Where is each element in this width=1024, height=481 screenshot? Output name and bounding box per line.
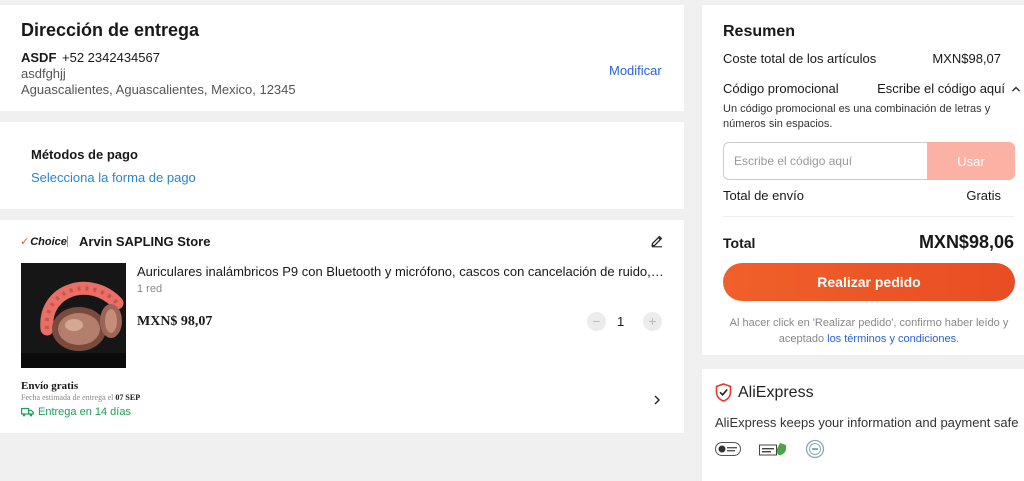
shield-icon bbox=[715, 383, 732, 402]
summary-divider bbox=[723, 216, 1014, 217]
store-name[interactable]: Arvin SAPLING Store bbox=[79, 234, 210, 249]
promo-code-input[interactable] bbox=[723, 142, 927, 180]
payment-methods-card: Métodos de pago Selecciona la forma de p… bbox=[0, 122, 684, 209]
verified-badge-icon bbox=[759, 443, 786, 456]
address-line: asdfghjj bbox=[21, 66, 66, 81]
order-card: ✓ Choice Arvin SAPLING Store Auriculares… bbox=[0, 220, 684, 433]
trust-card: AliExpress AliExpress keeps your informa… bbox=[702, 369, 1024, 481]
order-summary-card: Resumen Coste total de los artículos MXN… bbox=[702, 5, 1024, 355]
delivery-estimate: Fecha estimada de entrega el 07 SEP bbox=[21, 393, 140, 402]
choice-badge-label: Choice bbox=[30, 235, 67, 248]
terms-link[interactable]: los términos y condiciones bbox=[827, 333, 956, 345]
promo-code-label: Código promocional bbox=[723, 81, 839, 96]
address-title: Dirección de entrega bbox=[21, 20, 200, 40]
items-cost-label: Coste total de los artículos bbox=[723, 51, 877, 66]
modify-address-link[interactable]: Modificar bbox=[609, 63, 662, 78]
shipping-total-label: Total de envío bbox=[723, 188, 804, 203]
delivery-time-label: Entrega en 14 días bbox=[38, 406, 131, 418]
address-city-line: Aguascalientes, Aguascalientes, Mexico, … bbox=[21, 82, 296, 97]
headphones-image bbox=[21, 263, 126, 368]
payment-title: Métodos de pago bbox=[31, 147, 138, 162]
product-variant: 1 red bbox=[137, 283, 163, 295]
legal-notice: Al hacer click en 'Realizar pedido', con… bbox=[723, 315, 1015, 347]
address-phone: +52 2342434567 bbox=[62, 50, 160, 65]
choice-badge: ✓ Choice bbox=[20, 235, 67, 249]
promo-code-row[interactable]: Código promocional Escribe el código aqu… bbox=[723, 81, 1021, 96]
free-shipping-label: Envío gratis bbox=[21, 380, 79, 392]
security-badges bbox=[715, 439, 825, 459]
check-icon: ✓ bbox=[20, 236, 30, 248]
legal-end: . bbox=[956, 333, 960, 345]
aliexpress-logo: AliExpress bbox=[715, 383, 814, 402]
delivery-address-card: Dirección de entrega ASDF +52 2342434567… bbox=[0, 5, 684, 111]
edit-icon[interactable] bbox=[650, 234, 664, 248]
delivery-time: Entrega en 14 días bbox=[21, 406, 131, 418]
quantity-value: 1 bbox=[617, 314, 625, 329]
delivery-estimate-prefix: Fecha estimada de entrega el bbox=[21, 393, 114, 402]
quantity-decrease-button[interactable]: − bbox=[587, 312, 606, 331]
chevron-up-icon bbox=[1012, 86, 1020, 91]
promo-code-action: Escribe el código aquí bbox=[877, 81, 1005, 96]
shipping-total-value: Gratis bbox=[966, 188, 1001, 203]
quantity-increase-button[interactable]: + bbox=[643, 312, 662, 331]
product-price: MXN$ 98,07 bbox=[137, 314, 213, 329]
delivery-estimate-date: 07 SEP bbox=[115, 393, 141, 402]
select-payment-link[interactable]: Selecciona la forma de pago bbox=[31, 170, 196, 185]
place-order-button[interactable]: Realizar pedido bbox=[723, 263, 1015, 301]
shipping-total-row: Total de envío Gratis bbox=[723, 188, 1001, 203]
summary-title: Resumen bbox=[723, 23, 796, 40]
product-title[interactable]: Auriculares inalámbricos P9 con Bluetoot… bbox=[137, 264, 667, 279]
total-value: MXN$98,06 bbox=[918, 232, 1014, 252]
address-recipient-name: ASDF bbox=[21, 50, 57, 65]
product-image[interactable] bbox=[21, 263, 126, 368]
chevron-right-icon[interactable] bbox=[651, 394, 663, 406]
aliexpress-brand: AliExpress bbox=[738, 383, 814, 401]
pci-badge-icon bbox=[715, 442, 741, 456]
promo-code-note: Un código promocional es una combinación… bbox=[723, 103, 991, 130]
truck-icon bbox=[21, 407, 34, 417]
badge-divider bbox=[67, 236, 68, 247]
items-cost-row: Coste total de los artículos MXN$98,07 bbox=[723, 51, 1001, 66]
items-cost-value: MXN$98,07 bbox=[932, 51, 1001, 66]
total-label: Total bbox=[723, 235, 756, 251]
promo-code-toggle[interactable]: Escribe el código aquí bbox=[877, 81, 1021, 96]
apply-promo-button[interactable]: Usar bbox=[927, 142, 1015, 180]
trust-text: AliExpress keeps your information and pa… bbox=[715, 415, 1019, 430]
certification-seal-icon bbox=[805, 439, 825, 459]
